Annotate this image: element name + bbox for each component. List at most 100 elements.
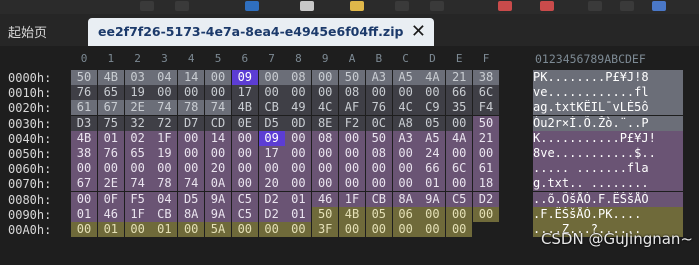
hex-byte[interactable]: F4 xyxy=(473,100,499,116)
hex-byte[interactable]: 17 xyxy=(231,85,258,101)
tab-home[interactable]: 起始页 xyxy=(8,22,47,41)
toolbar-button[interactable] xyxy=(395,1,409,11)
hex-byte[interactable]: 08 xyxy=(365,146,392,161)
hex-byte[interactable]: 00 xyxy=(258,161,285,177)
hex-byte[interactable]: 74 xyxy=(151,100,178,116)
toolbar-button[interactable] xyxy=(540,1,554,11)
hex-byte[interactable]: 00 xyxy=(419,206,446,222)
hex-byte[interactable]: C5 xyxy=(231,206,258,222)
hex-byte[interactable]: 21 xyxy=(473,130,499,146)
hex-byte[interactable]: CB xyxy=(365,191,392,207)
hex-byte[interactable]: 50 xyxy=(339,70,365,85)
hex-byte[interactable]: 4C xyxy=(392,100,419,116)
hex-byte[interactable]: 74 xyxy=(178,176,205,192)
hex-byte[interactable]: 4B xyxy=(97,70,124,85)
toolbar-button[interactable] xyxy=(350,1,364,11)
ascii-text[interactable]: ag.txtKËIL¯vLÉ5ô xyxy=(533,100,683,116)
hex-byte[interactable]: 18 xyxy=(473,176,499,192)
hex-byte[interactable]: F5 xyxy=(124,191,151,207)
hex-byte[interactable]: CB xyxy=(258,100,285,116)
hex-byte[interactable]: 9A xyxy=(419,191,446,207)
hex-byte[interactable]: 08 xyxy=(312,130,339,146)
hex-byte[interactable]: 05 xyxy=(365,206,392,222)
hex-byte[interactable]: D2 xyxy=(258,206,285,222)
toolbar-button[interactable] xyxy=(175,1,189,11)
hex-byte[interactable]: 09 xyxy=(231,70,258,85)
toolbar-button[interactable] xyxy=(498,1,512,11)
toolbar-button[interactable] xyxy=(300,1,314,11)
hex-byte[interactable]: C5 xyxy=(231,191,258,207)
toolbar-button[interactable] xyxy=(652,1,666,11)
hex-byte[interactable]: 00 xyxy=(285,130,312,146)
hex-byte[interactable]: 00 xyxy=(365,222,392,237)
hex-byte[interactable]: 61 xyxy=(473,161,499,177)
hex-byte[interactable]: 00 xyxy=(285,161,312,177)
hex-byte[interactable]: 00 xyxy=(205,85,231,101)
hex-byte[interactable]: 50 xyxy=(312,206,339,222)
hex-byte[interactable]: 00 xyxy=(392,161,419,177)
hex-byte[interactable]: 00 xyxy=(446,146,473,161)
hex-byte[interactable]: 00 xyxy=(71,191,97,207)
hex-byte[interactable]: 5A xyxy=(205,222,231,237)
hex-byte[interactable]: 01 xyxy=(71,206,97,222)
hex-byte[interactable]: 01 xyxy=(285,191,312,207)
hex-byte[interactable]: 8E xyxy=(312,115,339,131)
hex-byte[interactable]: 46 xyxy=(97,206,124,222)
hex-byte[interactable]: 8A xyxy=(178,206,205,222)
hex-byte[interactable]: 2E xyxy=(124,100,151,116)
hex-byte[interactable]: 08 xyxy=(339,85,365,101)
toolbar-button[interactable] xyxy=(620,1,634,11)
hex-byte[interactable]: 00 xyxy=(285,85,312,101)
hex-byte[interactable]: 00 xyxy=(365,161,392,177)
hex-byte[interactable]: D5 xyxy=(178,191,205,207)
close-icon[interactable]: ✕ xyxy=(411,21,426,42)
hex-byte[interactable]: AF xyxy=(339,100,365,116)
hex-byte[interactable]: 35 xyxy=(446,100,473,116)
hex-byte[interactable]: 4B xyxy=(339,206,365,222)
hex-byte[interactable]: 00 xyxy=(392,222,419,237)
ascii-text[interactable]: .F.ËŠšÅÒ.PK.... xyxy=(533,206,683,222)
hex-byte[interactable]: 0F xyxy=(97,191,124,207)
hex-byte[interactable]: 00 xyxy=(124,222,151,237)
hex-byte[interactable]: 0D xyxy=(285,115,312,131)
hex-byte[interactable]: 00 xyxy=(178,222,205,237)
hex-byte[interactable]: 01 xyxy=(97,130,124,146)
hex-byte[interactable]: 00 xyxy=(339,176,365,192)
hex-byte[interactable]: 38 xyxy=(473,70,499,85)
hex-byte[interactable]: 49 xyxy=(285,100,312,116)
hex-byte[interactable]: 9A xyxy=(205,191,231,207)
hex-byte[interactable]: 4A xyxy=(419,70,446,85)
hex-byte[interactable]: 00 xyxy=(473,206,499,222)
toolbar-button[interactable] xyxy=(140,1,154,11)
hex-byte[interactable]: 65 xyxy=(97,85,124,101)
hex-byte[interactable]: 00 xyxy=(285,222,312,237)
hex-byte[interactable]: 46 xyxy=(312,191,339,207)
hex-byte[interactable]: 05 xyxy=(419,115,446,131)
hex-byte[interactable]: A5 xyxy=(392,70,419,85)
hex-byte[interactable]: 00 xyxy=(392,146,419,161)
hex-byte[interactable]: 76 xyxy=(71,85,97,101)
hex-byte[interactable] xyxy=(473,222,499,237)
hex-byte[interactable]: A3 xyxy=(392,130,419,146)
hex-byte[interactable]: 01 xyxy=(419,176,446,192)
hex-byte[interactable]: 00 xyxy=(205,70,231,85)
hex-byte[interactable]: 24 xyxy=(419,146,446,161)
hex-byte[interactable]: 78 xyxy=(178,100,205,116)
hex-byte[interactable]: 01 xyxy=(151,222,178,237)
ascii-text[interactable]: g.txt.. ........ xyxy=(533,176,683,192)
hex-byte[interactable]: 01 xyxy=(97,222,124,237)
hex-byte[interactable]: 0E xyxy=(231,115,258,131)
toolbar-button[interactable] xyxy=(245,1,259,11)
hex-byte[interactable]: D3 xyxy=(71,115,97,131)
ascii-text[interactable]: ve............fl xyxy=(533,85,683,101)
hex-byte[interactable]: 2E xyxy=(97,176,124,192)
hex-byte[interactable]: 00 xyxy=(258,222,285,237)
hex-byte[interactable]: 67 xyxy=(71,176,97,192)
hex-byte[interactable]: 74 xyxy=(205,100,231,116)
hex-byte[interactable]: 02 xyxy=(124,130,151,146)
hex-byte[interactable]: 0A xyxy=(205,176,231,192)
hex-byte[interactable]: 17 xyxy=(258,146,285,161)
hex-byte[interactable]: 00 xyxy=(231,130,258,146)
ascii-text[interactable]: ..õ.ÕšÅÒ.F.ËŠšÅÒ xyxy=(533,191,683,207)
ascii-text[interactable]: PK........P£¥J!8 xyxy=(533,70,683,85)
